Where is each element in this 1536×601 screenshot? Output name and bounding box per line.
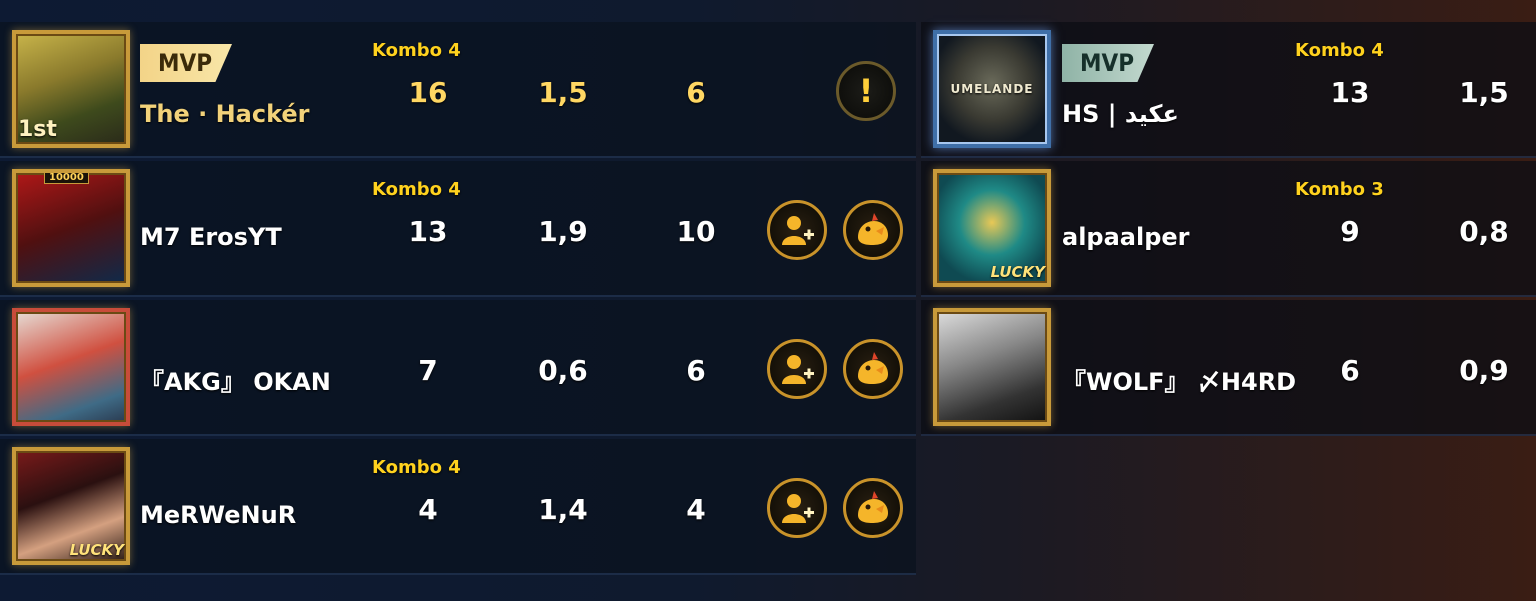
player-row: 『AKG』 OKAN 7 0,6 6 <box>0 300 916 436</box>
stat-kills: 4 <box>418 493 438 526</box>
stat-assists: 4 <box>686 493 706 526</box>
mvp-badge: MVP <box>140 44 232 82</box>
stat-assists: 6 <box>686 354 706 387</box>
player-avatar[interactable] <box>933 308 1051 426</box>
kombo-label: Kombo 4 <box>372 40 461 61</box>
like-button[interactable] <box>843 478 903 538</box>
mvp-badge: MVP <box>1062 44 1154 82</box>
player-row: 10000 M7 ErosYT Kombo 4 13 1,9 10 <box>0 161 916 297</box>
player-avatar[interactable]: UMELANDE <box>933 30 1051 148</box>
add-friend-button[interactable] <box>767 339 827 399</box>
stat-kd: 1,4 <box>538 493 588 526</box>
player-avatar[interactable]: 10000 <box>12 169 130 287</box>
player-avatar[interactable]: 1st <box>12 30 130 148</box>
stat-assists: 6 <box>686 76 706 109</box>
add-friend-icon <box>782 494 814 523</box>
stat-assists: 10 <box>676 215 716 248</box>
match-results-board: 1st MVP The · Hackér Kombo 4 16 1,5 6 ! … <box>0 0 1536 601</box>
add-friend-button[interactable] <box>767 478 827 538</box>
kombo-label: Kombo 4 <box>372 179 461 200</box>
player-name: alpaalper <box>1062 223 1190 251</box>
player-row: LUCKY MeRWeNuR Kombo 4 4 1,4 4 <box>0 439 916 575</box>
stat-kd: 1,5 <box>1459 76 1509 109</box>
opponent-row: UMELANDE MVP HS | عكيد Kombo 4 13 1,5 <box>921 22 1536 158</box>
frame-tag: 10000 <box>44 173 89 184</box>
stat-kd: 0,9 <box>1459 354 1509 387</box>
add-friend-icon <box>782 355 814 384</box>
rank-badge: 1st <box>18 117 57 142</box>
stat-kd: 0,8 <box>1459 215 1509 248</box>
kombo-label: Kombo 4 <box>1295 40 1384 61</box>
opponent-row: 『WOLF』 〆H4RD 6 0,9 <box>921 300 1536 436</box>
player-name: 『AKG』 OKAN <box>140 368 331 396</box>
stat-kills: 6 <box>1340 354 1360 387</box>
like-button[interactable] <box>843 200 903 260</box>
like-icon <box>858 352 888 384</box>
stat-kd: 1,9 <box>538 215 588 248</box>
player-avatar[interactable] <box>12 308 130 426</box>
player-name: The · Hackér <box>140 100 310 128</box>
player-name: MeRWeNuR <box>140 501 297 529</box>
report-button[interactable]: ! <box>836 61 896 121</box>
like-button[interactable] <box>843 339 903 399</box>
player-name: 『WOLF』 〆H4RD <box>1062 368 1297 396</box>
player-row: 1st MVP The · Hackér Kombo 4 16 1,5 6 ! <box>0 22 916 158</box>
stat-kd: 1,5 <box>538 76 588 109</box>
report-icon: ! <box>858 72 874 110</box>
opponent-row: LUCKY alpaalper Kombo 3 9 0,8 <box>921 161 1536 297</box>
add-friend-button[interactable] <box>767 200 827 260</box>
frame-label: LUCKY <box>990 263 1045 281</box>
player-avatar[interactable]: LUCKY <box>933 169 1051 287</box>
kombo-label: Kombo 3 <box>1295 179 1384 200</box>
player-avatar[interactable]: LUCKY <box>12 447 130 565</box>
stat-kills: 7 <box>418 354 438 387</box>
stat-kills: 13 <box>408 215 448 248</box>
like-icon <box>858 213 888 245</box>
player-name: M7 ErosYT <box>140 223 282 251</box>
kombo-label: Kombo 4 <box>372 457 461 478</box>
stat-kills: 9 <box>1340 215 1360 248</box>
emblem-text: UMELANDE <box>950 82 1034 96</box>
stat-kd: 0,6 <box>538 354 588 387</box>
stat-kills: 13 <box>1330 76 1370 109</box>
stat-kills: 16 <box>408 76 448 109</box>
add-friend-icon <box>782 216 814 245</box>
like-icon <box>858 491 888 523</box>
player-name: HS | عكيد <box>1062 100 1179 128</box>
frame-label: LUCKY <box>69 541 124 559</box>
